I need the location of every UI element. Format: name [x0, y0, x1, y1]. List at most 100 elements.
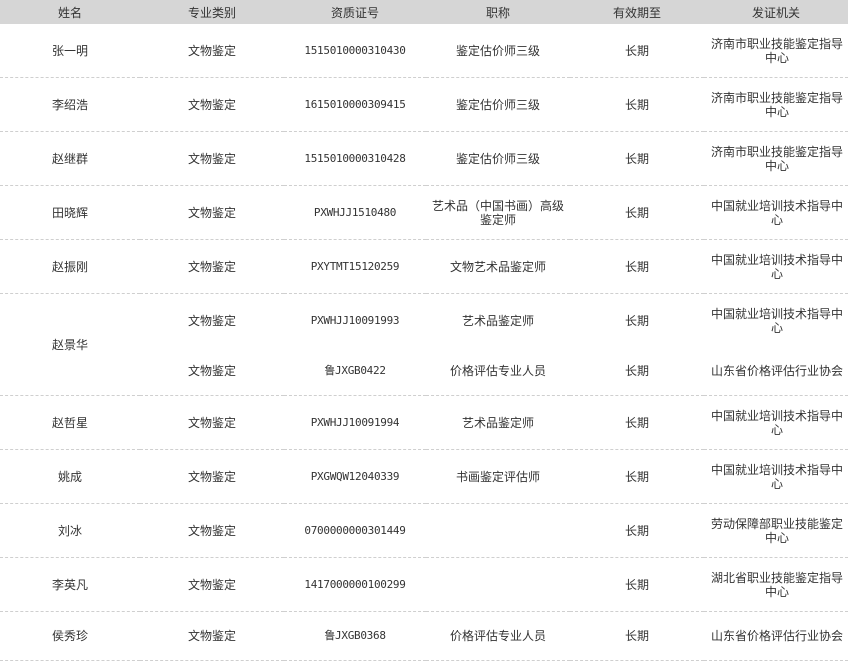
cell-issuer: 劳动保障部职业技能鉴定中心 — [704, 503, 848, 558]
cell-issuer: 济南市职业技能鉴定指导中心 — [704, 131, 848, 186]
header-category: 专业类别 — [140, 0, 284, 24]
cell-title: 鉴定估价师三级 — [426, 131, 570, 186]
cell-issuer: 山东省价格评估行业协会 — [704, 347, 848, 396]
issuer-text: 济南市职业技能鉴定指导中心 — [710, 144, 843, 173]
cell-title: 鉴定估价师三级 — [426, 77, 570, 132]
cell-cert-number: PXGWQW12040339 — [284, 449, 426, 504]
cell-title: 文物艺术品鉴定师 — [426, 239, 570, 294]
cell-issuer: 济南市职业技能鉴定指导中心 — [704, 24, 848, 78]
table-body: 张一明 文物鉴定 1515010000310430 鉴定估价师三级 长期 济南市… — [0, 24, 848, 661]
cell-issuer: 济南市职业技能鉴定指导中心 — [704, 77, 848, 132]
header-name: 姓名 — [0, 0, 140, 24]
cell-category: 文物鉴定 — [140, 611, 284, 661]
cell-name: 张一明 — [0, 24, 140, 78]
header-issuer: 发证机关 — [704, 0, 848, 24]
cell-title: 价格评估专业人员 — [426, 347, 570, 396]
table-row: 侯秀珍 文物鉴定 鲁JXGB0368 价格评估专业人员 长期 山东省价格评估行业… — [0, 611, 848, 661]
cell-title: 价格评估专业人员 — [426, 611, 570, 661]
table-row: 赵振刚 文物鉴定 PXYTMT15120259 文物艺术品鉴定师 长期 中国就业… — [0, 239, 848, 294]
table-row: 李绍浩 文物鉴定 1615010000309415 鉴定估价师三级 长期 济南市… — [0, 77, 848, 132]
table-row: 张一明 文物鉴定 1515010000310430 鉴定估价师三级 长期 济南市… — [0, 24, 848, 78]
cell-valid-until: 长期 — [624, 313, 649, 328]
title-text: 鉴定估价师三级 — [455, 43, 540, 58]
title-text: 价格评估专业人员 — [449, 629, 546, 643]
cell-title — [426, 503, 570, 558]
cell-category: 文物鉴定 — [140, 557, 284, 612]
cell-cert-number: 鲁JXGB0422 — [284, 347, 426, 396]
cell-name: 赵继群 — [0, 131, 140, 186]
title-text: 书画鉴定评估师 — [455, 469, 540, 484]
cell-category: 文物鉴定 — [140, 347, 284, 396]
cell-name: 李英凡 — [0, 557, 140, 612]
cell-name: 刘冰 — [0, 503, 140, 558]
issuer-text: 中国就业培训技术指导中心 — [710, 198, 843, 227]
cell-category: 文物鉴定 — [140, 449, 284, 504]
cell-cert-number: PXYTMT15120259 — [284, 239, 426, 294]
header-title: 职称 — [426, 0, 570, 24]
cell-cert-number: 1515010000310428 — [284, 131, 426, 186]
cell-title: 艺术品鉴定师 — [426, 294, 570, 348]
cell-name: 田晓辉 — [0, 185, 140, 240]
cell-category: 文物鉴定 — [187, 313, 236, 328]
cell-issuer: 中国就业培训技术指导中心 — [704, 294, 848, 348]
cell-valid-until: 长期 — [570, 557, 704, 612]
cell-title: 艺术品（中国书画）高级鉴定师 — [426, 185, 570, 240]
issuer-text: 湖北省职业技能鉴定指导中心 — [710, 570, 843, 599]
title-text: 艺术品鉴定师 — [461, 415, 534, 430]
cell-category: 文物鉴定 — [140, 24, 284, 78]
issuer-text: 中国就业培训技术指导中心 — [710, 462, 843, 491]
cell-category: 文物鉴定 — [140, 185, 284, 240]
cell-cert-number: PXWHJJ1510480 — [284, 185, 426, 240]
cell-valid-until: 长期 — [570, 347, 704, 396]
issuer-text: 劳动保障部职业技能鉴定中心 — [710, 516, 843, 545]
cell-issuer: 山东省价格评估行业协会 — [704, 611, 848, 661]
title-text: 文物艺术品鉴定师 — [449, 259, 546, 274]
cell-valid-until: 长期 — [570, 131, 704, 186]
cell-name: 李绍浩 — [0, 77, 140, 132]
cell-cert-number: 鲁JXGB0368 — [284, 611, 426, 661]
cell-cert-number: 1417000000100299 — [284, 557, 426, 612]
cell-title: 艺术品鉴定师 — [426, 395, 570, 450]
cell-name: 赵景华 — [0, 293, 140, 396]
header-valid-until: 有效期至 — [570, 0, 704, 24]
cell-title: 书画鉴定评估师 — [426, 449, 570, 504]
title-text: 鉴定估价师三级 — [455, 151, 540, 166]
table-row: 刘冰 文物鉴定 0700000000301449 长期 劳动保障部职业技能鉴定中… — [0, 503, 848, 558]
cell-name: 赵哲星 — [0, 395, 140, 450]
cell-title — [426, 557, 570, 612]
cell-valid-until: 长期 — [570, 185, 704, 240]
cell-name: 侯秀珍 — [0, 611, 140, 661]
cell-category: 文物鉴定 — [140, 239, 284, 294]
cell-category: 文物鉴定 — [140, 395, 284, 450]
cell-category: 文物鉴定 — [140, 503, 284, 558]
cell-cert-number: 1615010000309415 — [284, 77, 426, 132]
cell-title: 鉴定估价师三级 — [426, 24, 570, 78]
table-row: 赵继群 文物鉴定 1515010000310428 鉴定估价师三级 长期 济南市… — [0, 131, 848, 186]
title-text: 价格评估专业人员 — [449, 364, 546, 378]
qualification-table: 姓名 专业类别 资质证号 职称 有效期至 发证机关 张一明 文物鉴定 15150… — [0, 0, 848, 661]
issuer-text: 中国就业培训技术指导中心 — [710, 306, 843, 335]
title-text: 鉴定估价师三级 — [455, 97, 540, 112]
cell-issuer: 湖北省职业技能鉴定指导中心 — [704, 557, 848, 612]
cell-category: 文物鉴定 — [140, 131, 284, 186]
issuer-text: 济南市职业技能鉴定指导中心 — [710, 36, 843, 65]
cell-valid-until: 长期 — [570, 239, 704, 294]
cell-issuer: 中国就业培训技术指导中心 — [704, 239, 848, 294]
issuer-text: 中国就业培训技术指导中心 — [710, 252, 843, 281]
table-header: 姓名 专业类别 资质证号 职称 有效期至 发证机关 — [0, 0, 848, 24]
table-row: 李英凡 文物鉴定 1417000000100299 长期 湖北省职业技能鉴定指导… — [0, 557, 848, 612]
cell-issuer: 中国就业培训技术指导中心 — [704, 185, 848, 240]
cell-valid-until: 长期 — [570, 611, 704, 661]
issuer-text: 山东省价格评估行业协会 — [710, 364, 843, 378]
cell-valid-until: 长期 — [570, 449, 704, 504]
cell-valid-until: 长期 — [570, 77, 704, 132]
cell-name: 赵振刚 — [0, 239, 140, 294]
table-row: 田晓辉 文物鉴定 PXWHJJ1510480 艺术品（中国书画）高级鉴定师 长期… — [0, 185, 848, 240]
issuer-text: 济南市职业技能鉴定指导中心 — [710, 90, 843, 119]
cell-valid-until: 长期 — [570, 503, 704, 558]
cell-issuer: 中国就业培训技术指导中心 — [704, 395, 848, 450]
cell-name: 姚成 — [0, 449, 140, 504]
header-cert-number: 资质证号 — [284, 0, 426, 24]
title-text: 艺术品鉴定师 — [461, 313, 534, 328]
cell-cert-number: PXWHJJ10091993 — [310, 313, 400, 327]
